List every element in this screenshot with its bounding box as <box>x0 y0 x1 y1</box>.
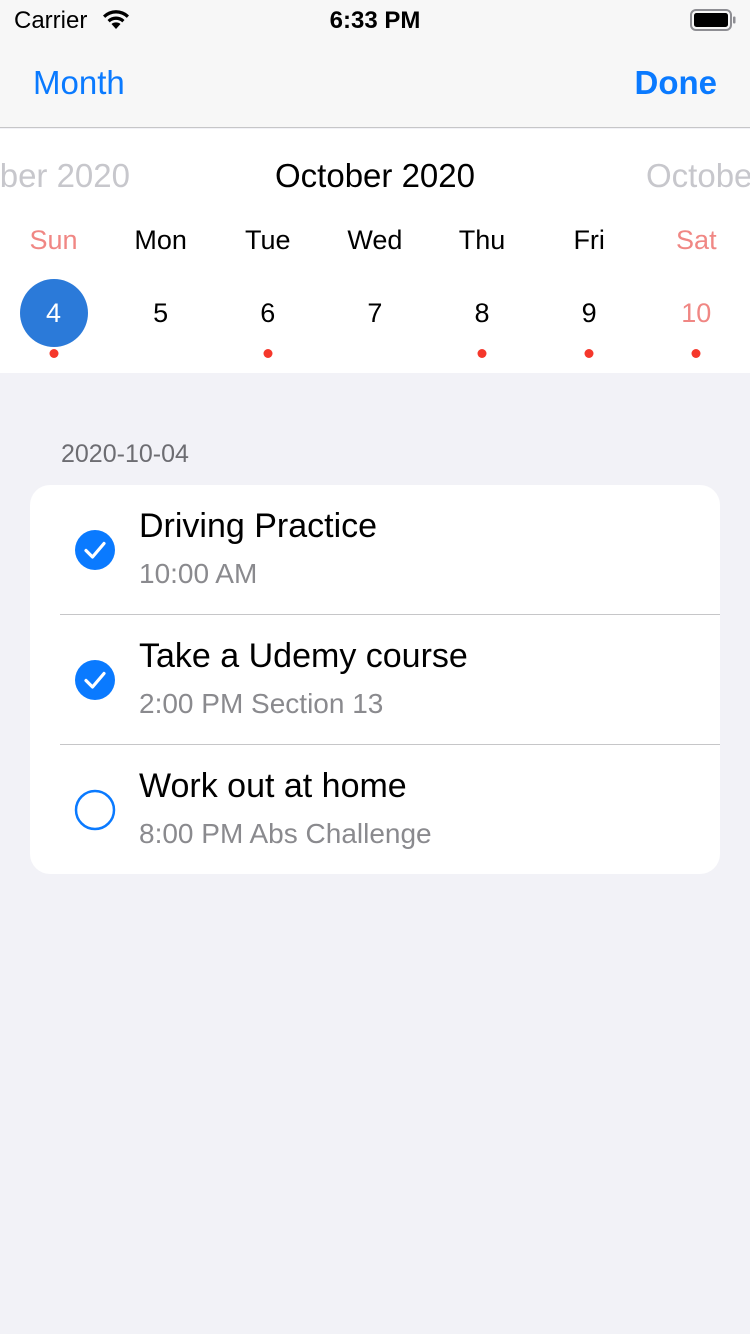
weekday-thu: Thu <box>458 225 506 255</box>
top-bar: Carrier 6:33 PM Month Done <box>0 0 750 128</box>
date-cell[interactable]: 4 <box>0 279 107 369</box>
weekday-tue: Tue <box>245 225 291 255</box>
week-calendar: ber 2020 October 2020 Octobe Sun Mon Tue… <box>0 129 750 373</box>
weekday-fri: Fri <box>573 225 605 255</box>
weekday-sun: Sun <box>29 225 78 255</box>
month-button[interactable]: Month <box>33 64 125 102</box>
date-cell[interactable]: 8 <box>429 279 536 369</box>
event-dot <box>691 349 701 358</box>
status-time: 6:33 PM <box>329 7 421 34</box>
event-dot <box>263 349 273 358</box>
battery-icon <box>690 9 736 31</box>
event-dot <box>477 349 487 358</box>
weekday-wed: Wed <box>347 225 403 255</box>
date-number[interactable]: 6 <box>234 279 302 347</box>
weekday-mon: Mon <box>134 225 187 255</box>
date-number[interactable]: 7 <box>341 279 409 347</box>
task-row[interactable]: Work out at home 8:00 PM Abs Challenge <box>30 745 720 874</box>
date-cell[interactable]: 7 <box>321 279 428 369</box>
date-number[interactable]: 8 <box>448 279 516 347</box>
task-row[interactable]: Driving Practice 10:00 AM <box>30 485 720 615</box>
task-subtitle: 10:00 AM <box>139 558 258 589</box>
task-title: Driving Practice <box>139 507 378 545</box>
date-cell[interactable]: 5 <box>107 279 214 369</box>
weekday-header: Sun Mon Tue Wed Thu Fri Sat <box>0 225 750 256</box>
event-dot <box>49 349 59 358</box>
empty-circle-icon[interactable] <box>74 789 116 831</box>
section-date-header: 2020-10-04 <box>61 440 189 468</box>
date-cell[interactable]: 6 <box>214 279 321 369</box>
current-month-label: October 2020 <box>275 157 475 194</box>
status-bar: Carrier 6:33 PM <box>0 0 750 40</box>
weekday-sat: Sat <box>676 225 717 255</box>
checked-circle-icon[interactable] <box>74 529 116 571</box>
date-cell[interactable]: 10 <box>643 279 750 369</box>
done-button[interactable]: Done <box>635 64 718 102</box>
task-subtitle: 2:00 PM Section 13 <box>139 688 384 719</box>
date-number[interactable]: 9 <box>555 279 623 347</box>
task-title: Work out at home <box>139 767 407 805</box>
event-dot <box>584 349 594 358</box>
task-title: Take a Udemy course <box>139 637 468 675</box>
next-month-label[interactable]: Octobe <box>646 157 750 195</box>
task-subtitle: 8:00 PM Abs Challenge <box>139 818 432 849</box>
checked-circle-icon[interactable] <box>74 659 116 701</box>
date-number-selected[interactable]: 4 <box>19 279 88 347</box>
date-number[interactable]: 5 <box>127 279 195 347</box>
task-list: Driving Practice 10:00 AM Take a Udemy c… <box>30 485 720 874</box>
date-number[interactable]: 10 <box>662 279 730 347</box>
task-row[interactable]: Take a Udemy course 2:00 PM Section 13 <box>30 615 720 745</box>
date-cell[interactable]: 9 <box>536 279 643 369</box>
date-row: 4 5 6 7 8 9 10 <box>0 279 750 369</box>
